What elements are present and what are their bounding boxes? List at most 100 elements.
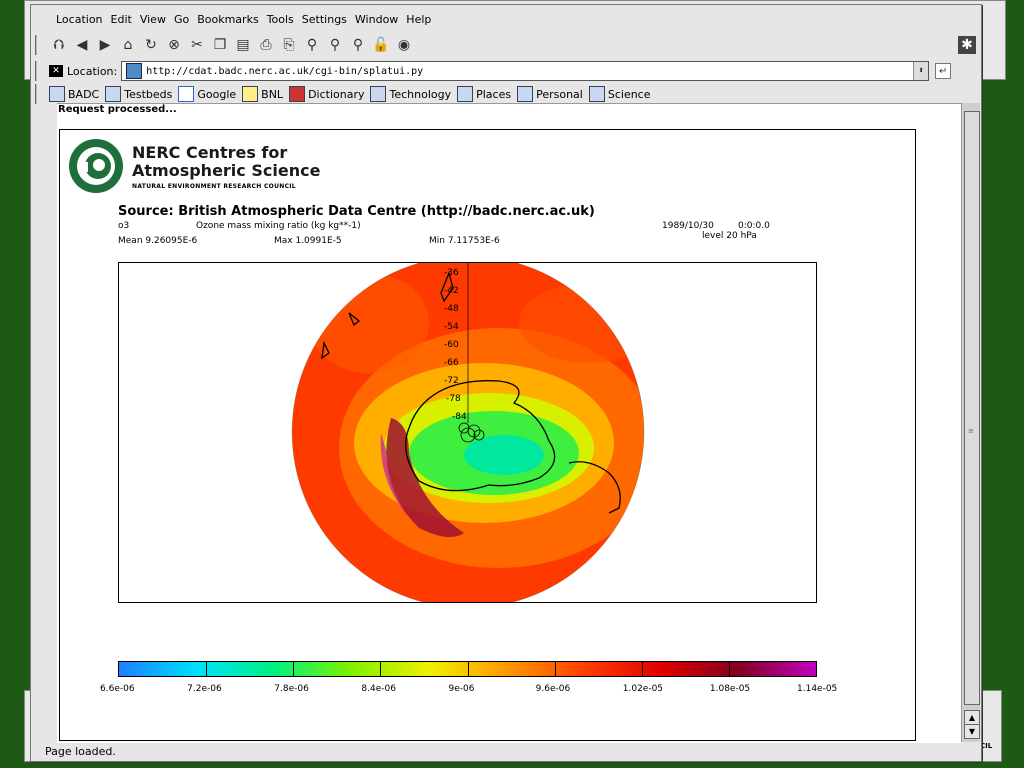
mean-text: Mean 9.26095E-6 (118, 236, 198, 246)
max-text: Max 1.0991E-5 (274, 236, 342, 246)
find-icon[interactable]: ◉ (394, 35, 414, 55)
colorbar-label: 6.6e-06 (100, 684, 135, 694)
browser-window: Location Edit View Go Bookmarks Tools Se… (30, 4, 982, 762)
toolbar-grip[interactable] (35, 35, 43, 55)
location-grip[interactable] (35, 61, 43, 81)
logo-line2: Atmospheric Science (132, 161, 321, 180)
colorbar-tick (380, 662, 382, 676)
menu-view[interactable]: View (140, 13, 166, 26)
colorbar (118, 661, 817, 677)
colorbar-tick (293, 662, 295, 676)
scroll-down-button[interactable]: ▼ (964, 724, 980, 739)
latitude-label: -54 (444, 322, 459, 332)
colorbar-label: 7.8e-06 (274, 684, 309, 694)
colorbar-label: 9.6e-06 (535, 684, 571, 694)
bookmark-folder-icon (105, 86, 122, 102)
menu-location[interactable]: Location (56, 13, 103, 26)
up-icon[interactable]: ⮉ (49, 35, 69, 55)
url-text: http://cdat.badc.nerc.ac.uk/cgi-bin/spla… (146, 65, 424, 77)
colorbar-label: 7.2e-06 (187, 684, 222, 694)
bookmark-dictionary[interactable]: Dictionary (289, 86, 364, 102)
colorbar-label: 1.14e-05 (797, 684, 838, 694)
bookmark-label: Personal (536, 87, 583, 101)
reload-icon[interactable]: ↻ (141, 35, 161, 55)
menu-edit[interactable]: Edit (111, 13, 132, 26)
url-field[interactable]: http://cdat.badc.nerc.ac.uk/cgi-bin/spla… (121, 61, 930, 81)
home-icon[interactable]: ⌂ (118, 35, 138, 55)
menu-bookmarks[interactable]: Bookmarks (197, 13, 258, 26)
bookmark-label: Places (476, 87, 512, 101)
colorbar-tick (206, 662, 208, 676)
bookmark-badc[interactable]: BADC (49, 86, 99, 102)
bookmark-label: Testbeds (124, 87, 173, 101)
latitude-label: -78 (446, 394, 461, 404)
menu-grip (35, 9, 47, 29)
bookmark-testbeds[interactable]: Testbeds (105, 86, 172, 102)
bookmark-label: BADC (68, 87, 100, 101)
url-history-dropdown-icon[interactable]: ⬍ (913, 62, 929, 80)
latitude-label: -84 (452, 412, 467, 422)
colorbar-label: 1.08e-05 (709, 684, 751, 694)
bookmark-technology[interactable]: Technology (370, 86, 451, 102)
bookmark-label: BNL (261, 87, 284, 101)
map-plot-area: -36 -42 -48 -54 -60 -66 -72 -78 -84 (118, 262, 817, 603)
zoom-icon[interactable]: ⚲ (302, 35, 322, 55)
bookmark-personal[interactable]: Personal (517, 86, 583, 102)
logo-subtitle: NATURAL ENVIRONMENT RESEARCH COUNCIL (132, 183, 296, 190)
bookmark-label: Technology (389, 87, 452, 101)
menu-tools[interactable]: Tools (267, 13, 294, 26)
scrollbar-thumb[interactable]: ≡ (964, 111, 980, 705)
google-icon (178, 86, 195, 102)
page-favicon-icon (126, 63, 143, 79)
bookmark-folder-icon (457, 86, 474, 102)
book-icon (289, 86, 306, 102)
variable-name: o3 (118, 221, 130, 231)
bookmark-folder-icon (49, 86, 65, 102)
forward-icon[interactable]: ▶ (95, 35, 115, 55)
source-title: Source: British Atmospheric Data Centre … (118, 204, 595, 219)
scroll-up-button[interactable]: ▲ (964, 710, 980, 725)
menu-window[interactable]: Window (355, 13, 398, 26)
bookmark-places[interactable]: Places (457, 86, 511, 102)
paste-icon[interactable]: ▤ (233, 35, 253, 55)
copy-icon[interactable]: ❐ (210, 35, 230, 55)
cut-icon[interactable]: ✂ (187, 35, 207, 55)
menu-help[interactable]: Help (406, 13, 431, 26)
colorbar-label: 8.4e-06 (361, 684, 396, 694)
status-text: Page loaded. (45, 744, 116, 758)
help-icon (242, 86, 259, 102)
security-icon[interactable]: 🔓 (371, 35, 391, 55)
back-icon[interactable]: ◀ (72, 35, 92, 55)
zoom-out-icon[interactable]: ⚲ (348, 35, 368, 55)
bookmark-science[interactable]: Science (588, 86, 651, 102)
colorbar-tick (728, 662, 730, 676)
menu-go[interactable]: Go (174, 13, 189, 26)
throbber-icon: ✱ (958, 36, 976, 54)
logo-title: NERC Centres for Atmospheric Science (132, 144, 320, 180)
bookmarks-grip[interactable] (35, 84, 43, 104)
vertical-scrollbar[interactable]: ≡ ▲ ▼ (961, 103, 980, 742)
bookmark-label: Google (197, 87, 237, 101)
print-preview-icon[interactable]: ⎘ (279, 35, 299, 55)
print-icon[interactable]: ⎙ (256, 35, 276, 55)
ozone-figure: NERC Centres for Atmospheric Science NAT… (59, 129, 916, 741)
request-status-text: Request processed... (58, 104, 177, 115)
time-text: 0:0:0.0 (738, 221, 770, 231)
latitude-label: -72 (444, 376, 459, 386)
level-text: level 20 hPa (702, 231, 757, 241)
bookmark-folder-icon (517, 86, 534, 102)
stop-icon[interactable]: ⊗ (164, 35, 184, 55)
variable-description: Ozone mass mixing ratio (kg kg**-1) (196, 221, 361, 231)
polar-ozone-map: -36 -42 -48 -54 -60 -66 -72 -78 -84 (291, 263, 645, 602)
colorbar-tick (641, 662, 643, 676)
clear-location-icon[interactable]: ✕ (49, 65, 63, 77)
bookmark-label: Science (607, 87, 651, 101)
main-toolbar: ⮉ ◀ ▶ ⌂ ↻ ⊗ ✂ ❐ ▤ ⎙ ⎘ ⚲ ⚲ ⚲ 🔓 ◉ ✱ (31, 32, 981, 58)
bookmark-google[interactable]: Google (178, 86, 236, 102)
menu-settings[interactable]: Settings (302, 13, 347, 26)
bookmark-folder-icon (588, 86, 605, 102)
zoom-in-icon[interactable]: ⚲ (325, 35, 345, 55)
status-bar: Page loaded. (45, 743, 962, 759)
bookmark-bnl[interactable]: BNL (242, 86, 283, 102)
go-icon[interactable]: ↵ (935, 63, 952, 79)
